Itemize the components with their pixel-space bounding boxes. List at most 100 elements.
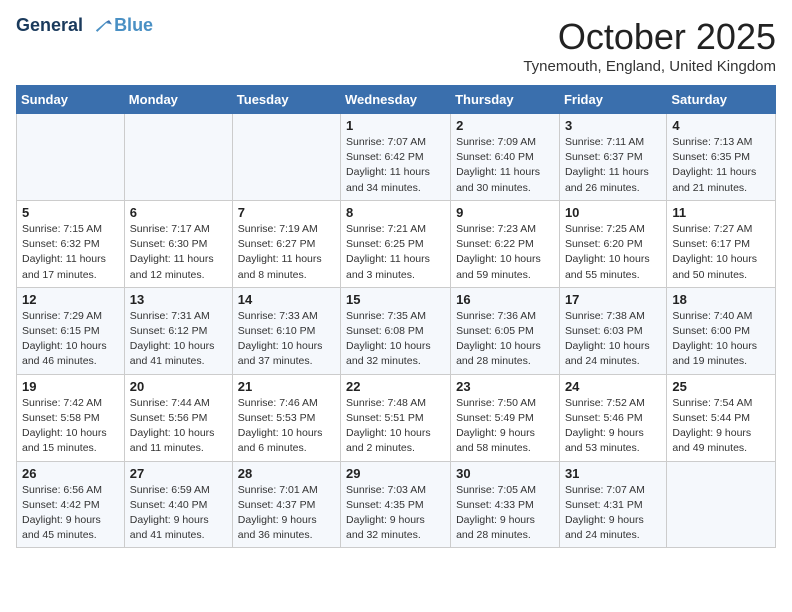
day-info: Sunrise: 7:13 AM Sunset: 6:35 PM Dayligh… xyxy=(672,135,770,196)
day-info: Sunrise: 7:15 AM Sunset: 6:32 PM Dayligh… xyxy=(22,222,119,283)
day-info: Sunrise: 7:09 AM Sunset: 6:40 PM Dayligh… xyxy=(456,135,554,196)
day-number: 20 xyxy=(130,379,227,394)
calendar-cell xyxy=(667,461,776,548)
calendar-week-row: 12 Sunrise: 7:29 AM Sunset: 6:15 PM Dayli… xyxy=(17,287,776,374)
day-info: Sunrise: 7:35 AM Sunset: 6:08 PM Dayligh… xyxy=(346,309,445,370)
calendar-cell: 20 Sunrise: 7:44 AM Sunset: 5:56 PM Dayli… xyxy=(124,374,232,461)
calendar-cell: 2 Sunrise: 7:09 AM Sunset: 6:40 PM Daylig… xyxy=(451,114,560,201)
calendar-week-row: 1 Sunrise: 7:07 AM Sunset: 6:42 PM Daylig… xyxy=(17,114,776,201)
logo: General Blue xyxy=(16,16,153,36)
calendar-cell: 28 Sunrise: 7:01 AM Sunset: 4:37 PM Dayli… xyxy=(232,461,340,548)
day-info: Sunrise: 7:07 AM Sunset: 6:42 PM Dayligh… xyxy=(346,135,445,196)
day-info: Sunrise: 7:31 AM Sunset: 6:12 PM Dayligh… xyxy=(130,309,227,370)
day-number: 17 xyxy=(565,292,661,307)
day-number: 29 xyxy=(346,466,445,481)
day-info: Sunrise: 6:56 AM Sunset: 4:42 PM Dayligh… xyxy=(22,483,119,544)
day-number: 28 xyxy=(238,466,335,481)
calendar-cell: 5 Sunrise: 7:15 AM Sunset: 6:32 PM Daylig… xyxy=(17,200,125,287)
day-info: Sunrise: 7:46 AM Sunset: 5:53 PM Dayligh… xyxy=(238,396,335,457)
day-number: 7 xyxy=(238,205,335,220)
calendar-cell: 19 Sunrise: 7:42 AM Sunset: 5:58 PM Dayli… xyxy=(17,374,125,461)
day-info: Sunrise: 7:29 AM Sunset: 6:15 PM Dayligh… xyxy=(22,309,119,370)
col-header-tuesday: Tuesday xyxy=(232,86,340,114)
day-info: Sunrise: 7:01 AM Sunset: 4:37 PM Dayligh… xyxy=(238,483,335,544)
day-number: 2 xyxy=(456,118,554,133)
calendar-cell: 17 Sunrise: 7:38 AM Sunset: 6:03 PM Dayli… xyxy=(559,287,666,374)
day-number: 23 xyxy=(456,379,554,394)
day-number: 10 xyxy=(565,205,661,220)
calendar-cell: 18 Sunrise: 7:40 AM Sunset: 6:00 PM Dayli… xyxy=(667,287,776,374)
calendar-cell xyxy=(124,114,232,201)
day-number: 5 xyxy=(22,205,119,220)
day-number: 8 xyxy=(346,205,445,220)
day-number: 3 xyxy=(565,118,661,133)
day-number: 12 xyxy=(22,292,119,307)
day-number: 6 xyxy=(130,205,227,220)
col-header-monday: Monday xyxy=(124,86,232,114)
day-info: Sunrise: 7:05 AM Sunset: 4:33 PM Dayligh… xyxy=(456,483,554,544)
calendar-cell: 31Sunrise: 7:07 AM Sunset: 4:31 PM Dayli… xyxy=(559,461,666,548)
day-info: Sunrise: 7:11 AM Sunset: 6:37 PM Dayligh… xyxy=(565,135,661,196)
day-info: Sunrise: 7:50 AM Sunset: 5:49 PM Dayligh… xyxy=(456,396,554,457)
calendar-cell: 29 Sunrise: 7:03 AM Sunset: 4:35 PM Dayli… xyxy=(341,461,451,548)
day-number: 27 xyxy=(130,466,227,481)
calendar-cell xyxy=(17,114,125,201)
calendar-header-row: SundayMondayTuesdayWednesdayThursdayFrid… xyxy=(17,86,776,114)
day-info: Sunrise: 7:17 AM Sunset: 6:30 PM Dayligh… xyxy=(130,222,227,283)
day-info: Sunrise: 7:40 AM Sunset: 6:00 PM Dayligh… xyxy=(672,309,770,370)
col-header-sunday: Sunday xyxy=(17,86,125,114)
calendar-week-row: 26Sunrise: 6:56 AM Sunset: 4:42 PM Dayli… xyxy=(17,461,776,548)
day-info: Sunrise: 6:59 AM Sunset: 4:40 PM Dayligh… xyxy=(130,483,227,544)
day-number: 19 xyxy=(22,379,119,394)
calendar-cell: 24 Sunrise: 7:52 AM Sunset: 5:46 PM Dayli… xyxy=(559,374,666,461)
calendar-cell: 26Sunrise: 6:56 AM Sunset: 4:42 PM Dayli… xyxy=(17,461,125,548)
calendar-cell: 30Sunrise: 7:05 AM Sunset: 4:33 PM Dayli… xyxy=(451,461,560,548)
calendar-cell: 10Sunrise: 7:25 AM Sunset: 6:20 PM Dayli… xyxy=(559,200,666,287)
calendar-cell: 8Sunrise: 7:21 AM Sunset: 6:25 PM Daylig… xyxy=(341,200,451,287)
month-title: October 2025 xyxy=(523,16,776,58)
day-info: Sunrise: 7:52 AM Sunset: 5:46 PM Dayligh… xyxy=(565,396,661,457)
calendar-table: SundayMondayTuesdayWednesdayThursdayFrid… xyxy=(16,85,776,548)
day-number: 1 xyxy=(346,118,445,133)
logo-line2: Blue xyxy=(114,15,153,35)
calendar-cell: 11Sunrise: 7:27 AM Sunset: 6:17 PM Dayli… xyxy=(667,200,776,287)
col-header-saturday: Saturday xyxy=(667,86,776,114)
day-info: Sunrise: 7:03 AM Sunset: 4:35 PM Dayligh… xyxy=(346,483,445,544)
calendar-cell: 12 Sunrise: 7:29 AM Sunset: 6:15 PM Dayli… xyxy=(17,287,125,374)
day-info: Sunrise: 7:54 AM Sunset: 5:44 PM Dayligh… xyxy=(672,396,770,457)
day-info: Sunrise: 7:19 AM Sunset: 6:27 PM Dayligh… xyxy=(238,222,335,283)
col-header-friday: Friday xyxy=(559,86,666,114)
day-number: 15 xyxy=(346,292,445,307)
calendar-cell: 16Sunrise: 7:36 AM Sunset: 6:05 PM Dayli… xyxy=(451,287,560,374)
logo-line1: General xyxy=(16,15,83,35)
calendar-cell: 9Sunrise: 7:23 AM Sunset: 6:22 PM Daylig… xyxy=(451,200,560,287)
calendar-cell: 13 Sunrise: 7:31 AM Sunset: 6:12 PM Dayli… xyxy=(124,287,232,374)
calendar-cell: 4 Sunrise: 7:13 AM Sunset: 6:35 PM Daylig… xyxy=(667,114,776,201)
calendar-cell: 7 Sunrise: 7:19 AM Sunset: 6:27 PM Daylig… xyxy=(232,200,340,287)
day-number: 18 xyxy=(672,292,770,307)
logo-bird-icon xyxy=(90,17,112,35)
day-number: 21 xyxy=(238,379,335,394)
day-info: Sunrise: 7:48 AM Sunset: 5:51 PM Dayligh… xyxy=(346,396,445,457)
day-number: 25 xyxy=(672,379,770,394)
calendar-cell: 14 Sunrise: 7:33 AM Sunset: 6:10 PM Dayli… xyxy=(232,287,340,374)
calendar-cell: 22 Sunrise: 7:48 AM Sunset: 5:51 PM Dayli… xyxy=(341,374,451,461)
calendar-cell: 21 Sunrise: 7:46 AM Sunset: 5:53 PM Dayli… xyxy=(232,374,340,461)
day-info: Sunrise: 7:42 AM Sunset: 5:58 PM Dayligh… xyxy=(22,396,119,457)
day-number: 22 xyxy=(346,379,445,394)
calendar-cell: 27 Sunrise: 6:59 AM Sunset: 4:40 PM Dayli… xyxy=(124,461,232,548)
day-info: Sunrise: 7:33 AM Sunset: 6:10 PM Dayligh… xyxy=(238,309,335,370)
day-number: 13 xyxy=(130,292,227,307)
calendar-cell: 6 Sunrise: 7:17 AM Sunset: 6:30 PM Daylig… xyxy=(124,200,232,287)
calendar-cell: 3 Sunrise: 7:11 AM Sunset: 6:37 PM Daylig… xyxy=(559,114,666,201)
day-number: 16 xyxy=(456,292,554,307)
day-number: 24 xyxy=(565,379,661,394)
day-number: 14 xyxy=(238,292,335,307)
day-number: 31 xyxy=(565,466,661,481)
day-info: Sunrise: 7:44 AM Sunset: 5:56 PM Dayligh… xyxy=(130,396,227,457)
day-number: 4 xyxy=(672,118,770,133)
title-block: October 2025 Tynemouth, England, United … xyxy=(523,16,776,75)
calendar-cell: 15 Sunrise: 7:35 AM Sunset: 6:08 PM Dayli… xyxy=(341,287,451,374)
day-info: Sunrise: 7:38 AM Sunset: 6:03 PM Dayligh… xyxy=(565,309,661,370)
day-number: 11 xyxy=(672,205,770,220)
